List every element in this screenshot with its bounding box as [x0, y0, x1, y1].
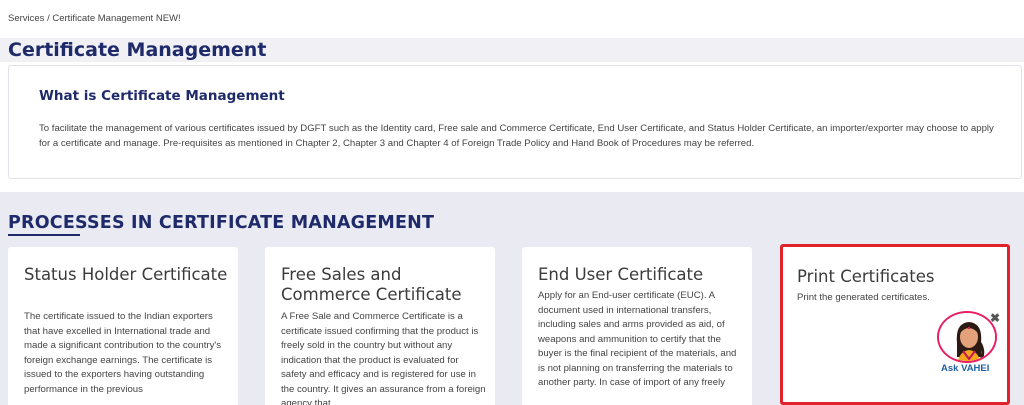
vahei-assistant[interactable]: ✖ Ask VAHEI	[937, 311, 1000, 377]
breadcrumb[interactable]: Services / Certificate Management NEW!	[8, 13, 181, 24]
info-card: What is Certificate Management To facili…	[8, 65, 1022, 179]
card-title: End User Certificate	[538, 265, 704, 284]
card-description: The certificate issued to the Indian exp…	[24, 311, 222, 395]
info-heading: What is Certificate Management	[39, 88, 285, 104]
heading-underline	[8, 234, 80, 236]
processes-heading: PROCESSES IN CERTIFICATE MANAGEMENT	[8, 213, 435, 233]
card-title: Status Holder Certificate	[24, 265, 228, 284]
card-title: Print Certificates	[797, 267, 935, 286]
assistant-label[interactable]: Ask VAHEI	[941, 363, 989, 374]
card-description: Print the generated certificates.	[797, 292, 930, 303]
card-end-user[interactable]: End User Certificate Apply for an End-us…	[522, 247, 752, 405]
processes-section: PROCESSES IN CERTIFICATE MANAGEMENT Stat…	[0, 192, 1024, 405]
card-description: A Free Sale and Commerce Certificate is …	[281, 311, 486, 405]
close-icon[interactable]: ✖	[990, 311, 1000, 325]
card-title: Free Sales and Commerce Certificate	[281, 265, 462, 304]
assistant-avatar-icon[interactable]	[937, 311, 997, 363]
card-status-holder[interactable]: Status Holder Certificate The certificat…	[8, 247, 238, 405]
page-title: Certificate Management	[8, 39, 267, 61]
card-free-sales[interactable]: Free Sales and Commerce Certificate A Fr…	[265, 247, 495, 405]
info-text: To facilitate the management of various …	[39, 123, 994, 149]
card-description: Apply for an End-user certificate (EUC).…	[538, 290, 737, 388]
